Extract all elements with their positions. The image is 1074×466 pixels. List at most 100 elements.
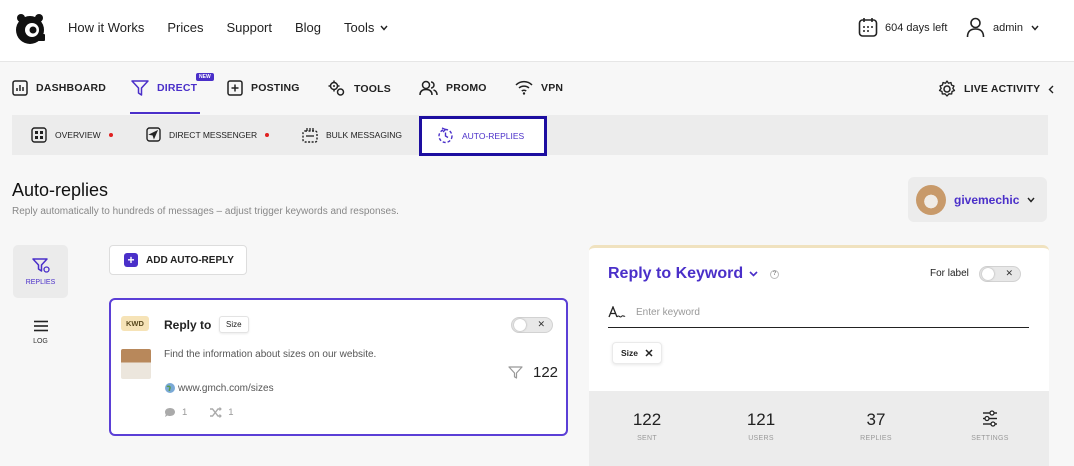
stat-sent-label: SENT xyxy=(637,435,657,442)
nav-link-prices[interactable]: Prices xyxy=(167,20,203,35)
subtab-direct-messenger[interactable]: DIRECT MESSENGER xyxy=(146,127,270,142)
tab-promo-label: PROMO xyxy=(446,82,487,94)
keyword-input-placeholder: Enter keyword xyxy=(636,307,700,318)
chevron-down-icon xyxy=(749,271,758,277)
settings-icon-wrap xyxy=(950,410,1030,430)
stat-settings-label: SETTINGS xyxy=(971,435,1009,442)
toggle-knob xyxy=(514,319,526,331)
add-auto-reply-button[interactable]: + ADD AUTO-REPLY xyxy=(109,245,247,275)
keyword-tag[interactable]: Size xyxy=(612,342,663,364)
reply-link-text: www.gmch.com/sizes xyxy=(178,382,274,394)
tab-posting[interactable]: POSTING xyxy=(227,80,300,96)
stat-sent: 122 SENT xyxy=(607,410,687,442)
nav-link-support[interactable]: Support xyxy=(226,20,272,35)
users-icon xyxy=(419,80,438,96)
tab-tools[interactable]: TOOLS xyxy=(328,80,391,97)
avatar xyxy=(916,184,946,215)
nav-link-blog[interactable]: Blog xyxy=(295,20,321,35)
shuffle-icon xyxy=(210,407,223,418)
reply-card-stats: 1 1 xyxy=(164,407,234,418)
auto-reply-icon xyxy=(438,127,453,144)
stat-settings[interactable]: SETTINGS xyxy=(950,410,1030,442)
add-auto-reply-label: ADD AUTO-REPLY xyxy=(146,254,234,266)
logo-icon[interactable] xyxy=(12,10,48,46)
sidebar-item-replies[interactable]: REPLIES xyxy=(13,245,68,298)
nav-link-tools[interactable]: Tools xyxy=(344,20,388,35)
notification-dot xyxy=(108,133,113,137)
live-activity-label: LIVE ACTIVITY xyxy=(964,83,1041,95)
active-tab-underline xyxy=(130,112,200,114)
tab-dashboard[interactable]: DASHBOARD xyxy=(12,80,106,96)
tab-vpn[interactable]: VPN xyxy=(515,80,563,95)
menu-icon xyxy=(33,320,48,332)
subtab-overview[interactable]: OVERVIEW xyxy=(31,127,113,143)
keyword-input[interactable]: Enter keyword xyxy=(608,298,1029,328)
plus-square-icon xyxy=(227,80,243,96)
bulk-messages-icon xyxy=(302,128,318,143)
sidebar-item-log-label: LOG xyxy=(33,338,48,345)
help-icon[interactable]: ? xyxy=(770,269,780,279)
globe-icon xyxy=(165,383,175,393)
reply-type-dropdown[interactable]: Reply to Keyword ? xyxy=(608,265,780,283)
close-icon[interactable] xyxy=(645,349,653,357)
for-label-text: For label xyxy=(930,268,969,279)
tab-tools-label: TOOLS xyxy=(354,82,391,95)
comment-icon xyxy=(165,408,175,417)
text-signature-icon xyxy=(608,305,626,318)
keyword-chip: Size xyxy=(219,316,249,333)
new-badge: NEW xyxy=(196,73,214,81)
user-name: admin xyxy=(993,21,1023,34)
tab-promo[interactable]: PROMO xyxy=(419,80,487,96)
subtab-bulk-messaging[interactable]: BULK MESSAGING xyxy=(302,127,402,143)
shuffle-count: 1 xyxy=(228,407,234,418)
nav-link-how-it-works[interactable]: How it Works xyxy=(68,20,144,35)
subtab-auto-replies[interactable]: AUTO-REPLIES xyxy=(437,127,524,144)
filter-icon xyxy=(31,257,50,273)
gears-icon xyxy=(328,80,345,96)
reply-card-title: Reply to xyxy=(164,318,212,332)
close-icon: ✕ xyxy=(537,319,545,329)
reply-link[interactable]: www.gmch.com/sizes xyxy=(164,382,274,394)
user-icon xyxy=(966,17,985,38)
chevron-down-icon xyxy=(1027,197,1035,203)
subtab-overview-label: OVERVIEW xyxy=(55,130,101,140)
chevron-down-icon xyxy=(380,25,388,31)
dashboard-icon xyxy=(12,80,28,96)
tab-direct[interactable]: DIRECT xyxy=(131,80,197,96)
tab-dashboard-label: DASHBOARD xyxy=(36,82,107,94)
filter-icon xyxy=(508,366,523,379)
subscription-days[interactable]: 604 days left xyxy=(858,17,947,38)
subtab-direct-messenger-label: DIRECT MESSENGER xyxy=(169,129,258,140)
shuffle-stat: 1 xyxy=(209,407,234,418)
stat-replies-label: REPLIES xyxy=(860,435,892,442)
days-left-text: 604 days left xyxy=(885,21,948,34)
account-selector[interactable]: givemechic xyxy=(908,177,1047,222)
gear-icon xyxy=(938,80,956,97)
comments-stat: 1 xyxy=(164,407,187,418)
tab-vpn-label: VPN xyxy=(541,81,564,94)
for-label-toggle[interactable]: ✕ xyxy=(979,266,1021,282)
toggle-knob xyxy=(982,268,994,280)
kwd-badge: KWD xyxy=(121,316,149,331)
tab-direct-label: DIRECT xyxy=(157,82,198,94)
tab-posting-label: POSTING xyxy=(251,82,300,94)
send-icon xyxy=(146,127,161,142)
close-icon: ✕ xyxy=(1005,268,1013,278)
user-menu[interactable]: admin xyxy=(966,17,1039,38)
page-subtitle: Reply automatically to hundreds of messa… xyxy=(12,206,399,217)
notification-dot xyxy=(265,132,270,137)
reply-enabled-toggle[interactable]: ✕ xyxy=(511,317,553,333)
nav-link-tools-label: Tools xyxy=(344,20,375,35)
reply-thumbnail xyxy=(121,349,151,379)
sidebar-item-log[interactable]: LOG xyxy=(13,320,68,360)
subtab-bulk-messaging-label: BULK MESSAGING xyxy=(326,130,403,140)
calendar-icon xyxy=(858,18,878,37)
live-activity-toggle[interactable]: LIVE ACTIVITY xyxy=(938,80,1054,98)
reply-message: Find the information about sizes on our … xyxy=(164,349,377,360)
wifi-icon xyxy=(515,80,533,95)
stat-sent-value: 122 xyxy=(632,410,662,429)
reply-sent-count: 122 xyxy=(508,364,558,381)
stat-replies-value: 37 xyxy=(866,410,886,429)
stat-users-label: USERS xyxy=(748,435,774,442)
account-name: givemechic xyxy=(954,192,1020,207)
